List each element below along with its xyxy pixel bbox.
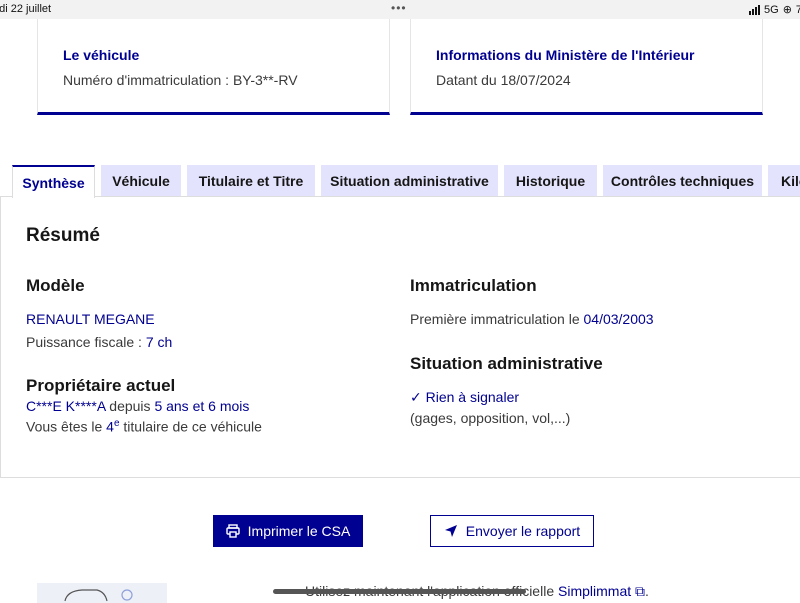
network-label: 5G [764,3,779,16]
send-icon [444,525,457,537]
owner-rank-prefix: Vous êtes le [26,418,107,435]
fiscal-power-value: 7 ch [145,334,173,350]
footer-text-suffix: . [645,583,649,599]
tab-controles[interactable]: Contrôles techniques [603,165,762,196]
car-illustration-icon [64,589,133,602]
owner-rank-number: 4 [106,418,114,435]
vehicle-card[interactable]: Le véhicule Numéro d'immatriculation : B… [37,19,390,115]
owner-rank: Vous êtes le 4e titulaire de ce véhicule [26,418,262,435]
summary-title: Résumé [26,225,100,246]
more-dots-icon[interactable]: ••• [391,1,407,15]
lock-rotation-icon: ⊕ [782,4,792,16]
printer-icon [225,524,240,538]
ministry-card[interactable]: Informations du Ministère de l'Intérieur… [410,19,763,115]
owner-name: C***E K****A [26,398,106,414]
home-indicator[interactable] [273,589,526,594]
print-csa-button[interactable]: Imprimer le CSA [213,515,363,547]
registration-label: Première immatriculation le [410,311,584,327]
tab-historique[interactable]: Historique [504,165,597,196]
external-link-icon[interactable]: ⧉ [635,583,645,599]
tab-kilometrage[interactable]: Kilo [768,165,800,196]
signal-icon [749,4,760,15]
owner-line: C***E K****A depuis 5 ans et 6 mois [26,398,249,414]
admin-title: Situation administrative [410,354,603,373]
app-thumbnail [37,583,167,603]
send-report-label: Envoyer le rapport [465,523,581,539]
fiscal-power: Puissance fiscale : 7 ch [26,334,172,350]
fiscal-power-label: Puissance fiscale : [26,334,146,350]
owner-rank-rest: titulaire de ce véhicule [119,418,262,435]
model-name: RENAULT MEGANE [26,311,155,327]
send-report-button[interactable]: Envoyer le rapport [430,515,594,547]
admin-details: (gages, opposition, vol,...) [410,410,571,426]
check-icon: ✓ [410,389,422,405]
vehicle-card-text: Numéro d'immatriculation : BY-3**-RV [63,72,298,88]
model-title: Modèle [26,276,85,295]
vehicle-card-title: Le véhicule [63,47,140,63]
status-bar: ndi 22 juillet ••• 5G ⊕ 7 [0,0,800,19]
simplimmat-link[interactable]: Simplimmat [558,583,631,599]
registration-title: Immatriculation [410,276,537,295]
tab-titulaire[interactable]: Titulaire et Titre [187,165,315,196]
status-date: ndi 22 juillet [0,3,52,15]
owner-title: Propriétaire actuel [26,376,176,395]
tab-vehicule[interactable]: Véhicule [101,165,181,196]
tab-synthese[interactable]: Synthèse [12,165,95,198]
owner-since-label: depuis [105,398,155,414]
print-csa-label: Imprimer le CSA [247,523,351,539]
status-indicators: 5G ⊕ 7 [749,3,800,16]
admin-status: ✓ Rien à signaler [410,389,519,406]
ministry-card-title: Informations du Ministère de l'Intérieur [436,47,695,63]
ministry-card-text: Datant du 18/07/2024 [436,72,571,88]
admin-status-label: Rien à signaler [425,389,520,405]
registration-line: Première immatriculation le 04/03/2003 [410,311,654,327]
owner-since-value: 5 ans et 6 mois [154,398,250,414]
tab-situation[interactable]: Situation administrative [321,165,498,196]
battery-label: 7 [795,3,800,16]
registration-date: 04/03/2003 [583,311,654,327]
